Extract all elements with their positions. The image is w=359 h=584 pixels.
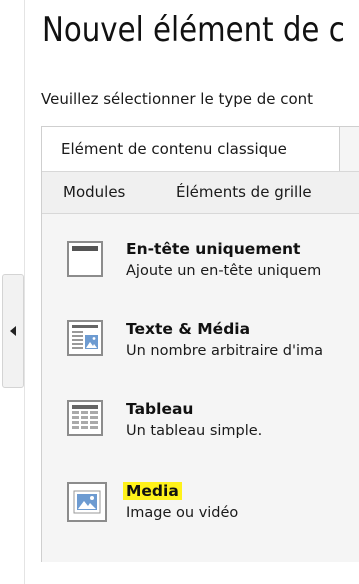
text-media-icon	[67, 320, 103, 356]
content-type-title: En-tête uniquement	[126, 240, 301, 258]
media-image-icon	[67, 482, 107, 522]
tab-grid-elements[interactable]: Éléments de grille	[176, 172, 312, 213]
content-type-list: En-tête uniquement Ajoute un en-tête uni…	[42, 214, 359, 562]
header-only-icon	[67, 241, 103, 277]
content-type-description: Ajoute un en-tête uniquem	[126, 263, 322, 279]
content-type-title: Texte & Média	[126, 320, 251, 338]
content-type-text-media[interactable]: Texte & Média Un nombre arbitraire d'ima	[42, 318, 359, 388]
content-type-header-only[interactable]: En-tête uniquement Ajoute un en-tête uni…	[42, 234, 359, 304]
content-type-description: Un tableau simple.	[126, 423, 263, 439]
search-highlight: Media	[123, 482, 182, 500]
content-type-media[interactable]: Media Image ou vidéo	[42, 480, 359, 550]
content-type-description: Image ou vidéo	[126, 505, 239, 521]
tab-modules[interactable]: Modules	[63, 172, 125, 213]
page-title: Nouvel élément de c	[42, 10, 345, 50]
subtab-bar: Modules Éléments de grille	[42, 171, 359, 214]
table-icon	[67, 400, 103, 436]
content-type-description: Un nombre arbitraire d'ima	[126, 343, 324, 359]
tab-classic-content[interactable]: Elément de contenu classique	[42, 127, 340, 171]
content-type-title: Media	[123, 482, 182, 500]
rail-divider	[24, 0, 25, 584]
content-type-wizard: Elément de contenu classique Modules Élé…	[41, 126, 359, 562]
collapse-panel-toggle[interactable]	[2, 274, 24, 388]
chevron-left-icon	[10, 326, 16, 336]
content-type-title: Tableau	[126, 400, 194, 418]
content-type-table[interactable]: Tableau Un tableau simple.	[42, 398, 359, 468]
intro-text: Veuillez sélectionner le type de cont	[41, 90, 314, 108]
